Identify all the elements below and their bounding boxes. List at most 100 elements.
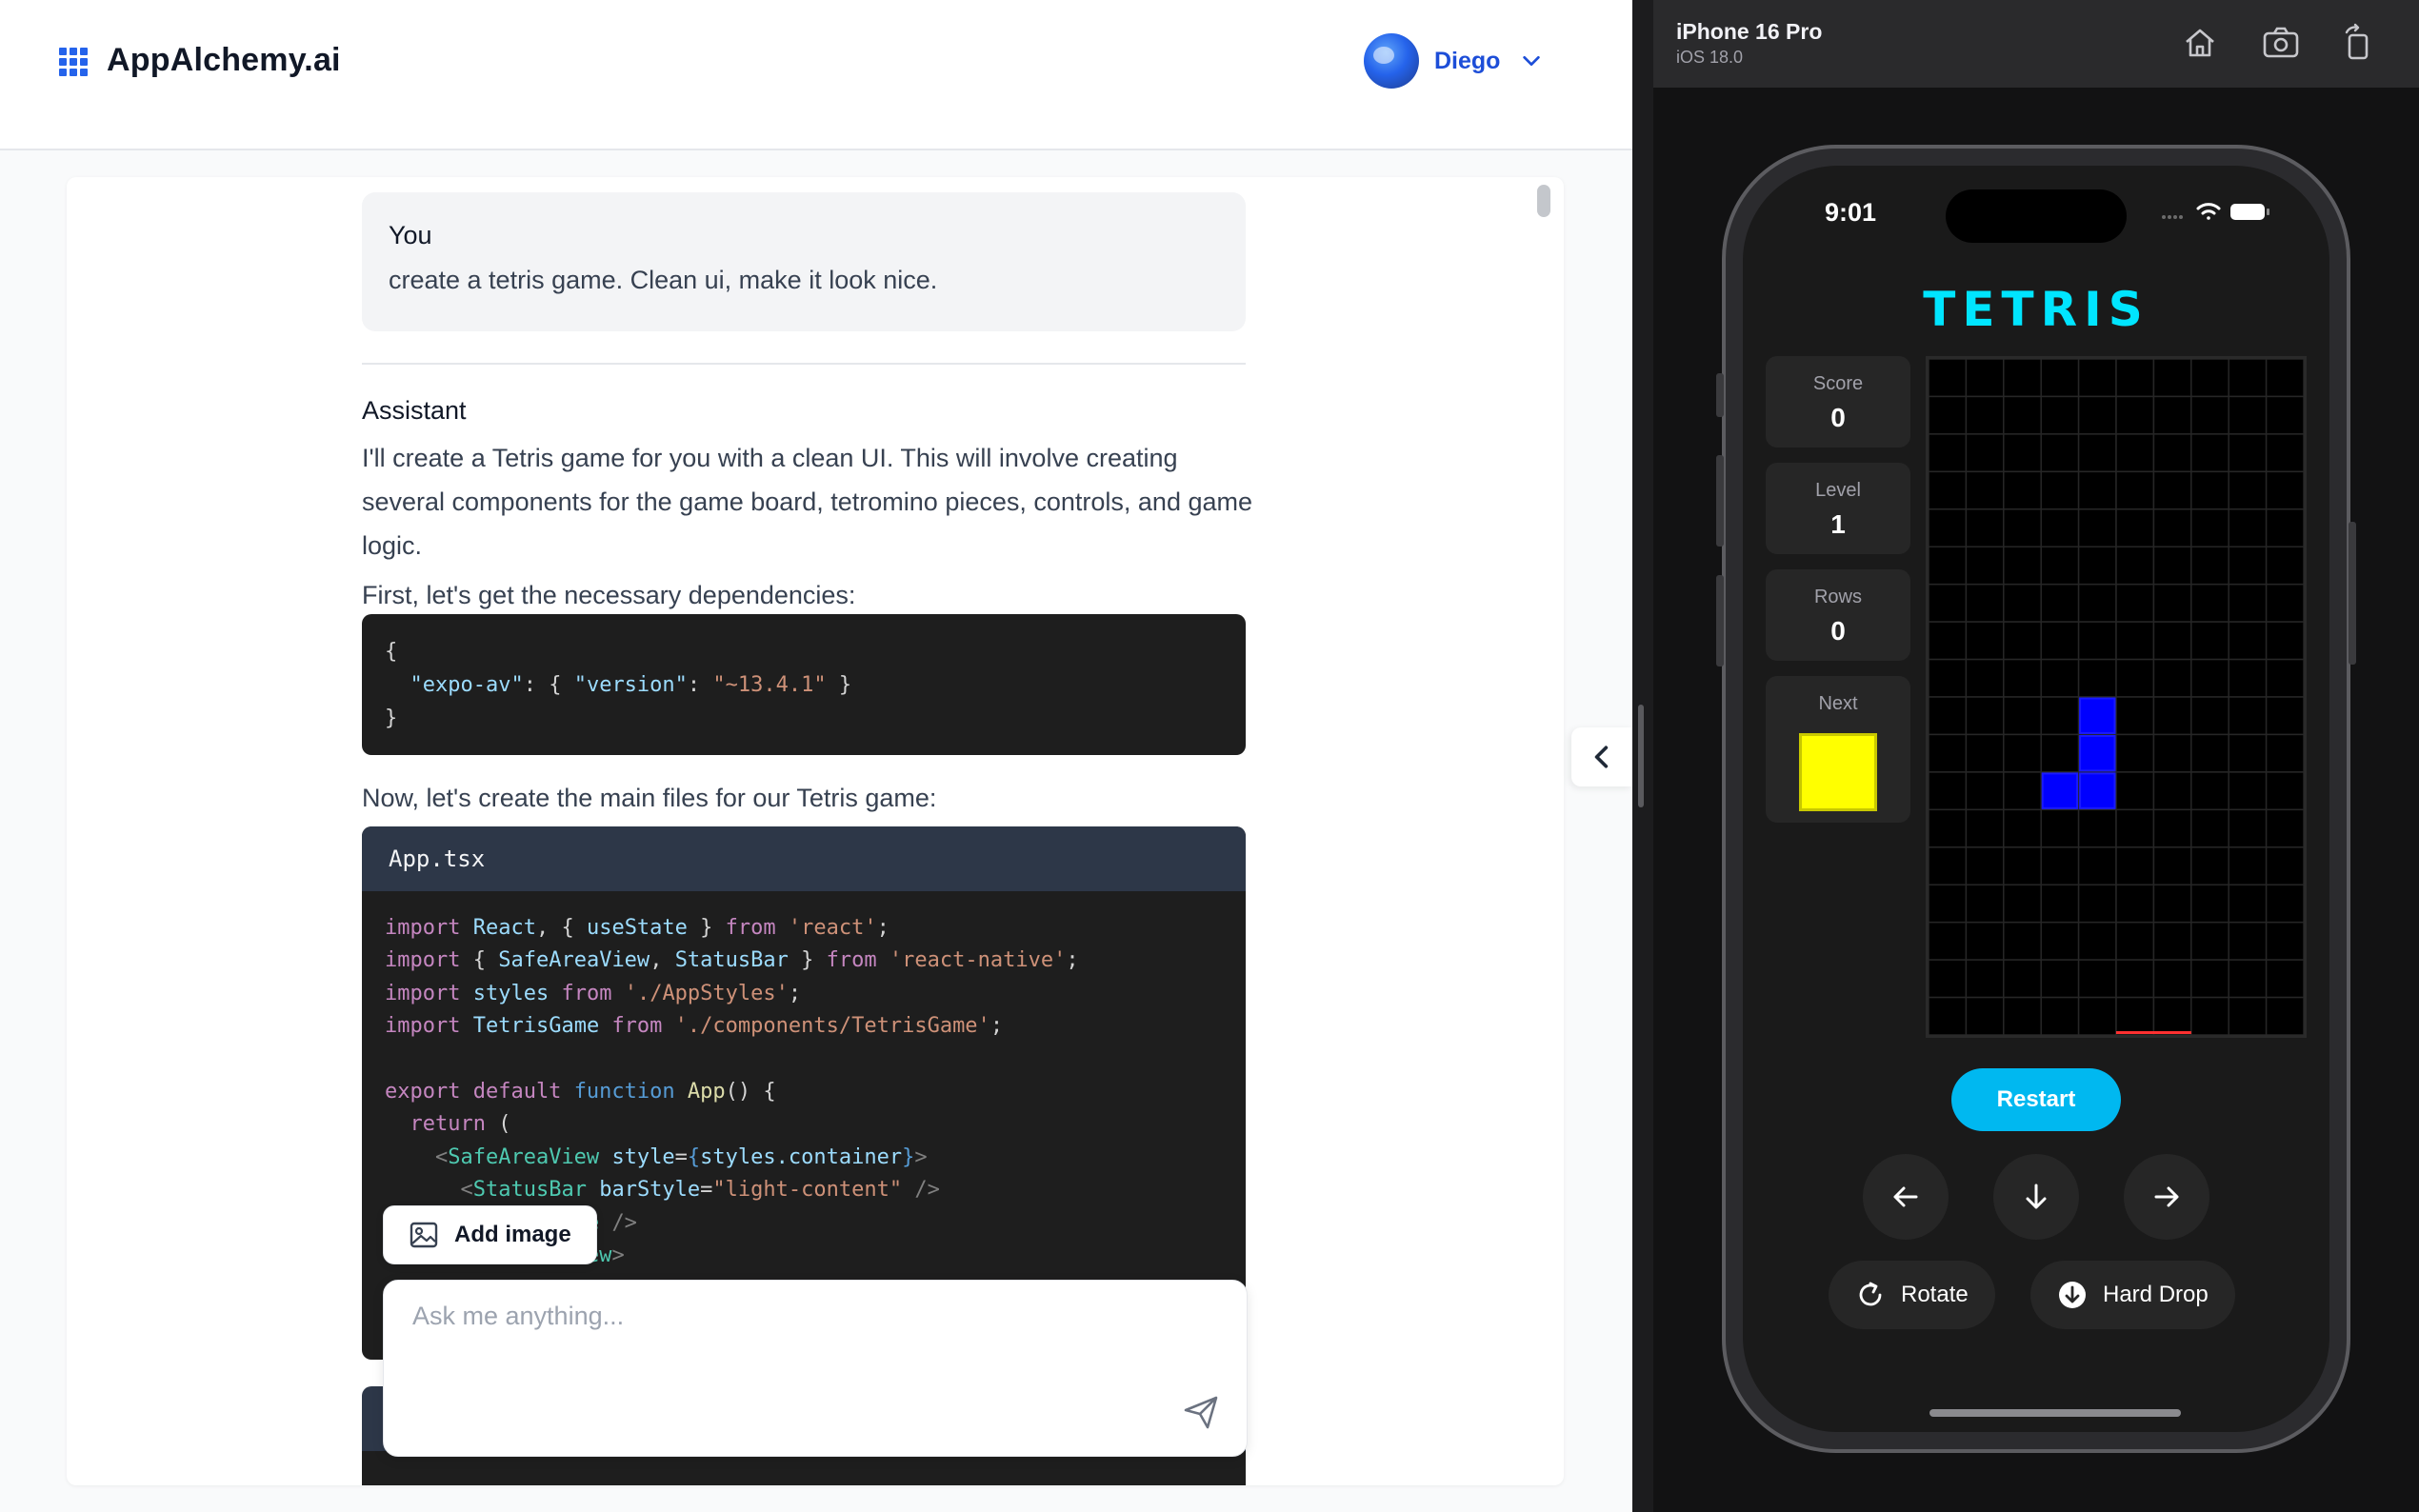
chat-input[interactable]: Ask me anything...: [383, 1280, 1248, 1457]
board-cell: [2115, 508, 2155, 547]
move-right-button[interactable]: [2124, 1154, 2209, 1240]
board-cell: [1929, 546, 1968, 586]
board-cell: [2190, 546, 2229, 586]
board-cell: [2228, 884, 2268, 924]
board-cell: [2265, 884, 2304, 924]
hard-drop-label: Hard Drop: [2103, 1282, 2209, 1307]
add-image-button[interactable]: Add image: [383, 1205, 597, 1264]
chat-scrollbar[interactable]: [1537, 185, 1550, 1470]
board-cell: [2228, 696, 2268, 736]
board-grid: [1929, 359, 2304, 1035]
soft-drop-button[interactable]: [1993, 1154, 2079, 1240]
move-left-button[interactable]: [1863, 1154, 1949, 1240]
board-cell: [2265, 470, 2304, 510]
arrow-left-icon: [1893, 1186, 1918, 1207]
board-cell: [2265, 921, 2304, 961]
assistant-intro: I'll create a Tetris game for you with a…: [362, 444, 1253, 560]
board-cell: [1965, 658, 2005, 698]
spawn-marker: [2116, 1031, 2191, 1034]
board-cell: [2003, 433, 2042, 473]
board-cell: [1929, 733, 1968, 773]
board-cell: [2003, 696, 2042, 736]
device-power-button: [2349, 522, 2356, 665]
board-cell: [2077, 808, 2117, 848]
arrow-down-icon: [2026, 1184, 2047, 1209]
rotate-device-icon[interactable]: [2337, 23, 2377, 63]
battery-icon: [2230, 204, 2269, 220]
board-cell: [1965, 696, 2005, 736]
board-cell: [2152, 996, 2192, 1035]
board-cell: [2077, 433, 2117, 473]
board-cell: [2077, 470, 2117, 510]
board-cell: [2115, 359, 2155, 398]
board-cell: [2228, 733, 2268, 773]
board-cell: [2265, 583, 2304, 623]
board-cell: [2003, 546, 2042, 586]
board-cell: [2040, 658, 2080, 698]
screenshot-icon[interactable]: [2261, 23, 2301, 63]
device-screen: 9:01 TETRIS Score 0 Level 1 Rows 0 Next …: [1743, 166, 2329, 1432]
collapse-preview-button[interactable]: [1571, 727, 1632, 786]
board-cell: [2190, 359, 2229, 398]
board-cell: [1929, 359, 1968, 398]
board-cell: [2003, 359, 2042, 398]
board-cell: [2190, 696, 2229, 736]
board-cell: [2228, 395, 2268, 435]
board-cell: [2115, 433, 2155, 473]
board-cell: [2040, 996, 2080, 1035]
board-cell: [2003, 395, 2042, 435]
board-cell: [1965, 395, 2005, 435]
board-cell: [1965, 959, 2005, 999]
board-cell: [1929, 921, 1968, 961]
board-cell: [2190, 959, 2229, 999]
board-cell: [2077, 846, 2117, 885]
board-cell: [1929, 959, 1968, 999]
board-cell: [1965, 583, 2005, 623]
board-cell: [1965, 846, 2005, 885]
board-cell: [2152, 696, 2192, 736]
board-cell: [1965, 508, 2005, 547]
dynamic-island: [1946, 189, 2127, 243]
device-volume-up: [1716, 455, 1724, 547]
board-cell: [2228, 583, 2268, 623]
board-cell: [2228, 771, 2268, 811]
board-cell: [2077, 884, 2117, 924]
board-cell: [2228, 508, 2268, 547]
board-cell: [2228, 546, 2268, 586]
board-cell: [2115, 658, 2155, 698]
arrow-right-icon: [2154, 1186, 2179, 1207]
board-cell: [2115, 996, 2155, 1035]
assistant-files-text: Now, let's create the main files for our…: [362, 784, 937, 812]
board-cell: [1929, 771, 1968, 811]
board-cell: [1965, 771, 2005, 811]
user-menu[interactable]: Diego: [1364, 32, 1542, 90]
active-piece-block: [2079, 772, 2116, 809]
board-cell: [1965, 359, 2005, 398]
board-cell: [2190, 771, 2229, 811]
arrow-down-circle-icon: [2059, 1282, 2086, 1308]
game-title: TETRIS: [1923, 282, 2149, 337]
home-icon[interactable]: [2180, 23, 2220, 63]
board-cell: [2115, 884, 2155, 924]
send-icon[interactable]: [1182, 1393, 1220, 1431]
grid-menu-icon[interactable]: [59, 48, 88, 76]
rotate-button[interactable]: Rotate: [1829, 1261, 1995, 1329]
restart-button[interactable]: Restart: [1951, 1068, 2121, 1131]
board-cell: [2040, 921, 2080, 961]
board-cell: [2265, 433, 2304, 473]
game-board[interactable]: [1926, 356, 2307, 1038]
brand-name: AppAlchemy.ai: [107, 42, 341, 78]
board-cell: [2152, 846, 2192, 885]
resize-handle[interactable]: [1638, 705, 1644, 807]
board-cell: [2228, 621, 2268, 661]
board-cell: [2152, 808, 2192, 848]
hard-drop-button[interactable]: Hard Drop: [2030, 1261, 2235, 1329]
board-cell: [2265, 846, 2304, 885]
active-piece-block: [2079, 734, 2116, 772]
board-cell: [2040, 696, 2080, 736]
level-value: 1: [1830, 509, 1846, 539]
simulator-toolbar: iPhone 16 Pro iOS 18.0: [1653, 0, 2419, 88]
home-indicator: [1929, 1409, 2181, 1417]
board-cell: [2077, 996, 2117, 1035]
board-cell: [2190, 433, 2229, 473]
